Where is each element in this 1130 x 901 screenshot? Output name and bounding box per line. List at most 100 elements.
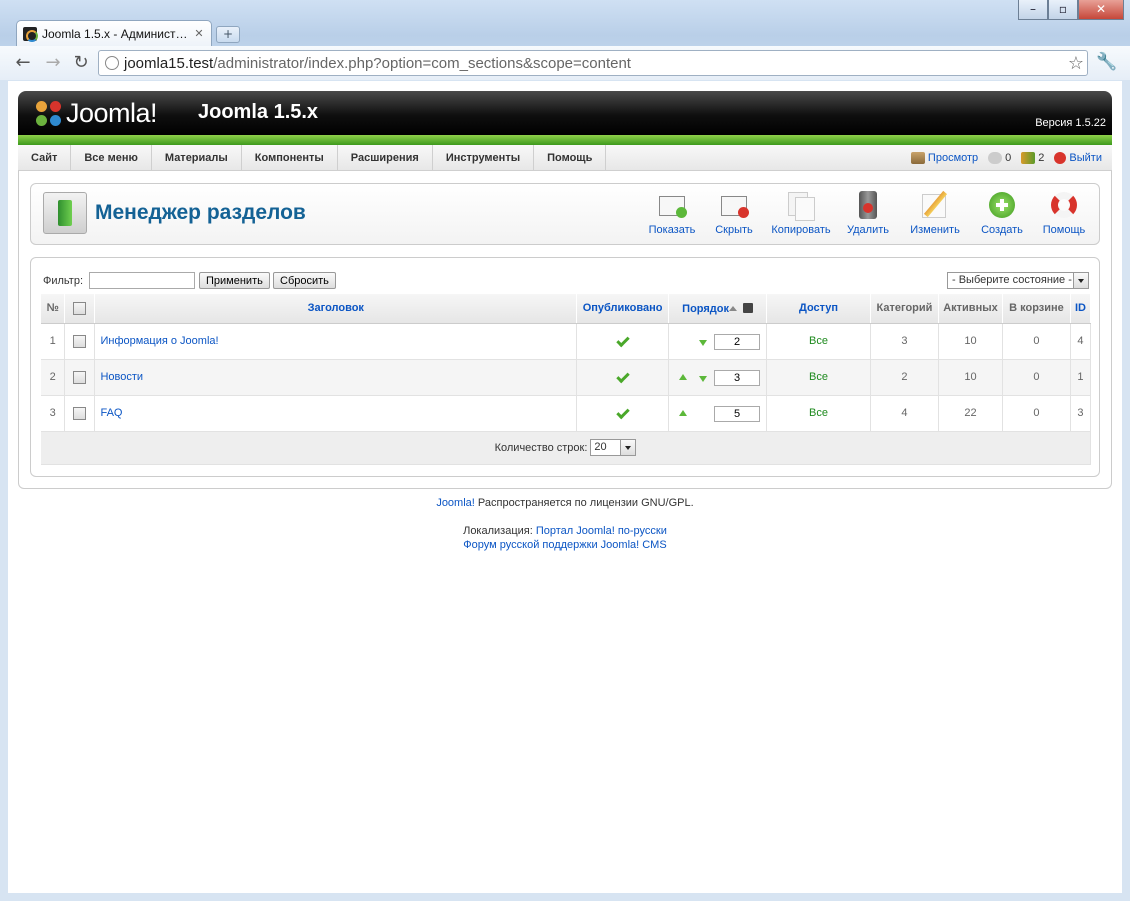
published-check-icon[interactable] xyxy=(615,405,630,420)
col-id[interactable]: ID xyxy=(1070,294,1092,324)
menu-help[interactable]: Помощь xyxy=(534,145,607,170)
access-link[interactable]: Все xyxy=(766,323,871,360)
published-cell xyxy=(576,395,670,432)
access-link[interactable]: Все xyxy=(766,359,871,396)
unpublish-icon xyxy=(719,190,749,220)
wrench-menu-icon[interactable]: 🔧 xyxy=(1096,52,1117,72)
forum-line: Форум русской поддержки Joomla! CMS xyxy=(8,538,1122,552)
publish-button[interactable]: Показать xyxy=(641,190,703,236)
order-arrows xyxy=(677,338,713,348)
toolbar-box: Менеджер разделов Показать Скрыть Копиро… xyxy=(30,183,1100,245)
row-num: 2 xyxy=(41,359,66,396)
limit-select[interactable]: 20 xyxy=(590,439,637,456)
localization-portal-link[interactable]: Портал Joomla! по-русски xyxy=(536,525,667,537)
filter-input[interactable] xyxy=(89,272,195,289)
row-checkbox[interactable] xyxy=(73,334,87,348)
row-id: 1 xyxy=(1070,359,1092,396)
header-accent-bar xyxy=(18,135,1112,145)
support-forum-link[interactable]: Форум русской поддержки Joomla! CMS xyxy=(463,539,666,551)
forward-icon[interactable]: → xyxy=(42,52,64,74)
move-down-icon[interactable] xyxy=(699,339,708,350)
col-num: № xyxy=(41,294,66,324)
row-checkbox[interactable] xyxy=(73,370,87,384)
site-title: Joomla 1.5.x xyxy=(198,101,319,123)
apply-filter-button[interactable]: Применить xyxy=(199,272,270,289)
unpublish-button[interactable]: Скрыть xyxy=(703,190,765,236)
messages-count-value: 0 xyxy=(1005,151,1012,164)
menu-content[interactable]: Материалы xyxy=(152,145,242,170)
window-controls: – ▫ ✕ xyxy=(1018,0,1124,20)
col-active: Активных xyxy=(938,294,1003,324)
menu-status-area: Просмотр 0 2 Выйти xyxy=(910,145,1112,170)
close-tab-icon[interactable]: ✕ xyxy=(193,27,205,40)
pencil-icon xyxy=(920,190,950,220)
copy-button[interactable]: Копировать xyxy=(765,190,837,236)
chevron-down-icon xyxy=(620,440,636,455)
messages-count[interactable]: 0 xyxy=(988,151,1012,164)
address-bar[interactable]: joomla15.test/administrator/index.php?op… xyxy=(98,50,1088,76)
menu-tools[interactable]: Инструменты xyxy=(433,145,535,170)
logout-link[interactable]: Выйти xyxy=(1054,151,1102,164)
col-order[interactable]: Порядок xyxy=(668,294,768,324)
order-input[interactable] xyxy=(714,405,761,422)
limit-label: Количество строк: xyxy=(494,441,588,454)
localization-label: Локализация: xyxy=(463,525,536,537)
menu-extensions[interactable]: Расширения xyxy=(338,145,433,170)
move-down-icon[interactable] xyxy=(699,375,708,386)
minimize-button[interactable]: – xyxy=(1018,0,1048,20)
col-access[interactable]: Доступ xyxy=(766,294,871,324)
browser-tab[interactable]: Joomla 1.5.x - Админист… ✕ xyxy=(16,20,212,46)
menu-components[interactable]: Компоненты xyxy=(242,145,338,170)
row-title-link[interactable]: FAQ xyxy=(94,395,578,432)
close-window-button[interactable]: ✕ xyxy=(1078,0,1124,20)
page-footer: Joomla! Распространяется по лицензии GNU… xyxy=(8,496,1122,552)
joomla-link[interactable]: Joomla! xyxy=(436,497,475,509)
save-order-icon[interactable] xyxy=(743,302,753,313)
page: Joomla! Joomla 1.5.x Версия 1.5.22 Сайт … xyxy=(8,81,1122,893)
preview-label: Просмотр xyxy=(927,151,979,164)
table-row: 2 Новости Все 2 10 0 1 xyxy=(41,359,1092,396)
published-check-icon[interactable] xyxy=(615,333,630,348)
page-info-icon xyxy=(105,56,119,70)
published-check-icon[interactable] xyxy=(615,369,630,384)
move-up-icon[interactable] xyxy=(679,406,688,416)
unpublish-label: Скрыть xyxy=(715,224,753,236)
access-link[interactable]: Все xyxy=(766,395,871,432)
new-button[interactable]: Создать xyxy=(971,190,1033,236)
help-label: Помощь xyxy=(1042,224,1086,236)
order-cell xyxy=(668,323,768,360)
col-published[interactable]: Опубликовано xyxy=(576,294,670,324)
add-icon xyxy=(987,190,1017,220)
order-input[interactable] xyxy=(714,369,761,386)
row-title-link[interactable]: Информация о Joomla! xyxy=(94,323,578,360)
state-select[interactable]: - Выберите состояние - xyxy=(947,272,1089,289)
reload-icon[interactable]: ↻ xyxy=(70,52,92,74)
order-cell xyxy=(668,359,768,396)
new-tab-button[interactable]: + xyxy=(216,26,240,43)
copy-icon xyxy=(786,190,816,221)
delete-button[interactable]: Удалить xyxy=(837,190,899,236)
row-title-link[interactable]: Новости xyxy=(94,359,578,396)
edit-button[interactable]: Изменить xyxy=(899,190,971,236)
preview-link[interactable]: Просмотр xyxy=(910,151,979,164)
row-checkbox-cell xyxy=(64,323,96,360)
menu-all-menus[interactable]: Все меню xyxy=(71,145,152,170)
license-text: Распространяется по лицензии GNU/GPL. xyxy=(474,497,694,509)
row-checkbox[interactable] xyxy=(73,406,87,420)
select-all-checkbox[interactable] xyxy=(73,301,87,315)
move-up-icon[interactable] xyxy=(679,370,688,380)
logout-label: Выйти xyxy=(1069,151,1102,164)
maximize-button[interactable]: ▫ xyxy=(1048,0,1078,20)
col-title[interactable]: Заголовок xyxy=(94,294,578,324)
reset-filter-button[interactable]: Сбросить xyxy=(273,272,336,289)
content-box: Фильтр: Применить Сбросить - Выберите со… xyxy=(30,257,1100,477)
bookmark-star-icon[interactable]: ☆ xyxy=(1065,53,1087,74)
help-button[interactable]: Помощь xyxy=(1033,190,1095,236)
limit-select-value: 20 xyxy=(594,441,607,453)
back-icon[interactable]: ← xyxy=(12,52,34,74)
menu-site[interactable]: Сайт xyxy=(18,145,72,170)
localization-line: Локализация: Портал Joomla! по-русски xyxy=(8,524,1122,538)
users-online[interactable]: 2 xyxy=(1021,151,1044,164)
row-num: 1 xyxy=(41,323,66,360)
order-input[interactable] xyxy=(714,333,761,350)
